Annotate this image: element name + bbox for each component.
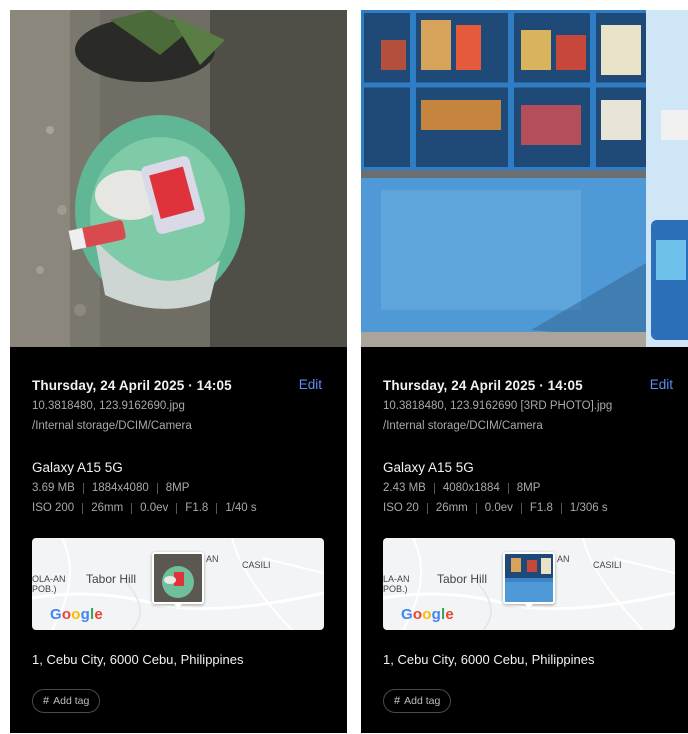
hash-icon: #: [43, 695, 50, 707]
divider: [433, 482, 435, 494]
divider: [176, 502, 178, 514]
date-row: Thursday, 24 April 2025 · 14:05 Edit: [383, 377, 675, 397]
divider: [131, 502, 133, 514]
map-label-tabor-hill: Tabor Hill: [86, 572, 137, 586]
divider: [156, 482, 158, 494]
map-photo-pin[interactable]: [152, 552, 204, 604]
add-tag-button[interactable]: # Add tag: [383, 689, 452, 713]
focal-length: 26mm: [435, 502, 468, 514]
file-size: 2.43 MB: [383, 482, 426, 494]
divider: [82, 502, 84, 514]
add-tag-label: Add tag: [53, 695, 90, 707]
iso: ISO 20: [383, 502, 419, 514]
edit-button[interactable]: Edit: [650, 377, 673, 392]
megapixels: 8MP: [516, 482, 541, 494]
exposure-value: 0.0ev: [484, 502, 513, 514]
aperture: F1.8: [529, 502, 553, 514]
device-name: Galaxy A15 5G: [32, 460, 123, 475]
divider: [560, 502, 562, 514]
date-time: Thursday, 24 April 2025 · 14:05: [383, 378, 583, 393]
map-label-casili: CASILI: [242, 560, 271, 570]
shutter-speed: 1/306 s: [569, 502, 608, 514]
photo-details-panel-right: Thursday, 24 April 2025 · 14:05 Edit 10.…: [361, 10, 688, 733]
photo-sari-sari-store[interactable]: [361, 10, 688, 347]
iso: ISO 200: [32, 502, 75, 514]
pin-tail: [523, 602, 535, 608]
file-path: /Internal storage/DCIM/Camera: [383, 420, 543, 432]
resolution: 4080x1884: [442, 482, 500, 494]
divider: [507, 482, 509, 494]
divider: [426, 502, 428, 514]
photo-details-panel-left: Thursday, 24 April 2025 · 14:05 Edit 10.…: [10, 10, 347, 733]
camera-specs: ISO 200 26mm 0.0ev F1.8 1/40 s: [32, 502, 257, 514]
file-path: /Internal storage/DCIM/Camera: [32, 420, 192, 432]
divider: [475, 502, 477, 514]
info-section: Thursday, 24 April 2025 · 14:05 Edit 10.…: [361, 347, 688, 733]
pin-thumbnail: [505, 554, 553, 602]
map-label-tabor-hill: Tabor Hill: [437, 572, 488, 586]
location-map[interactable]: LA-AN POB.) Tabor Hill AN CASILI Google: [383, 538, 675, 630]
google-logo: Google: [401, 606, 454, 623]
hash-icon: #: [394, 695, 401, 707]
address: 1, Cebu City, 6000 Cebu, Philippines: [32, 652, 244, 667]
date-time: Thursday, 24 April 2025 · 14:05: [32, 378, 232, 393]
file-name: 10.3818480, 123.9162690 [3RD PHOTO].jpg: [383, 400, 613, 412]
location-map[interactable]: OLA-AN POB.) Tabor Hill AN CASILI Google: [32, 538, 324, 630]
pin-thumbnail: [154, 554, 202, 602]
divider: [520, 502, 522, 514]
add-tag-button[interactable]: # Add tag: [32, 689, 101, 713]
focal-length: 26mm: [91, 502, 124, 514]
map-photo-pin[interactable]: [503, 552, 555, 604]
map-label-an: AN: [206, 554, 219, 564]
map-label-ola-an: LA-AN POB.): [383, 574, 410, 594]
megapixels: 8MP: [165, 482, 190, 494]
file-specs: 3.69 MB 1884x4080 8MP: [32, 482, 189, 494]
map-label-an: AN: [557, 554, 570, 564]
pin-tail: [172, 602, 184, 608]
shutter-speed: 1/40 s: [225, 502, 257, 514]
camera-specs: ISO 20 26mm 0.0ev F1.8 1/306 s: [383, 502, 608, 514]
file-name: 10.3818480, 123.9162690.jpg: [32, 400, 185, 412]
file-specs: 2.43 MB 4080x1884 8MP: [383, 482, 540, 494]
divider: [82, 482, 84, 494]
divider: [216, 502, 218, 514]
photo-sari-sari-store-image: [361, 10, 688, 347]
aperture: F1.8: [185, 502, 209, 514]
address: 1, Cebu City, 6000 Cebu, Philippines: [383, 652, 595, 667]
google-logo: Google: [50, 606, 103, 623]
photo-trash-bag-image: [10, 10, 347, 347]
map-label-casili: CASILI: [593, 560, 622, 570]
file-size: 3.69 MB: [32, 482, 75, 494]
add-tag-label: Add tag: [404, 695, 441, 707]
map-label-ola-an: OLA-AN POB.): [32, 574, 66, 594]
device-name: Galaxy A15 5G: [383, 460, 474, 475]
info-section: Thursday, 24 April 2025 · 14:05 Edit 10.…: [10, 347, 347, 733]
date-row: Thursday, 24 April 2025 · 14:05 Edit: [32, 377, 324, 397]
resolution: 1884x4080: [91, 482, 149, 494]
exposure-value: 0.0ev: [140, 502, 169, 514]
edit-button[interactable]: Edit: [299, 377, 322, 392]
photo-trash-bag[interactable]: [10, 10, 347, 347]
